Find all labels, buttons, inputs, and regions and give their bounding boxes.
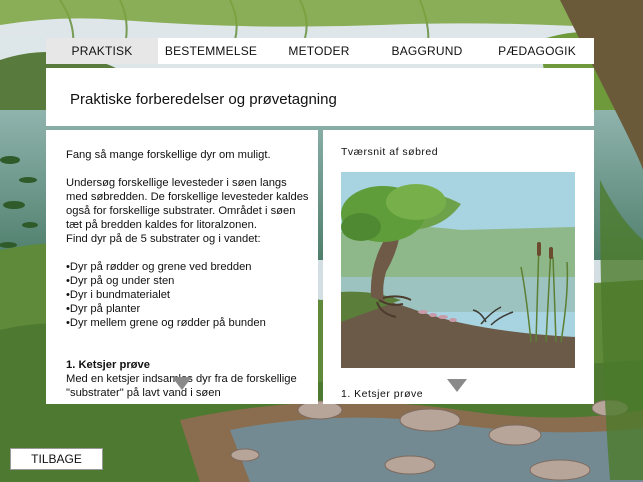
tab-praktisk[interactable]: PRAKTISK xyxy=(46,38,158,64)
illustration-panel: Tværsnit af søbred 1. Ketsjer prøve xyxy=(323,130,594,404)
tab-paedagogik[interactable]: PÆDAGOGIK xyxy=(480,38,594,64)
tab-metoder[interactable]: METODER xyxy=(264,38,374,64)
section-heading: 1. Ketsjer prøve xyxy=(66,359,150,371)
list-item: •Dyr på planter xyxy=(66,303,141,315)
scroll-down-arrow-icon[interactable] xyxy=(172,377,192,390)
list-item: •Dyr på rødder og grene ved bredden xyxy=(66,261,252,273)
tab-baggrund[interactable]: BAGGRUND xyxy=(374,38,480,64)
list-item: •Dyr på og under sten xyxy=(66,275,175,287)
habitat-paragraph: Undersøg forskellige levesteder i søen l… xyxy=(66,177,309,231)
instructions-text: Fang så mange forskellige dyr om muligt.… xyxy=(66,148,311,400)
back-button[interactable]: TILBAGE xyxy=(10,448,103,470)
instructions-panel[interactable]: Fang så mange forskellige dyr om muligt.… xyxy=(46,130,318,404)
list-item: •Dyr mellem grene og rødder på bunden xyxy=(66,317,266,329)
tab-bestemmelse[interactable]: BESTEMMELSE xyxy=(158,38,264,64)
illustration-caption: Tværsnit af søbred xyxy=(341,146,439,158)
find-line: Find dyr på de 5 substrater og i vandet: xyxy=(66,233,261,245)
intro-text: Fang så mange forskellige dyr om muligt. xyxy=(66,149,271,161)
list-item: •Dyr i bundmaterialet xyxy=(66,289,171,301)
page-title-bar: Praktiske forberedelser og prøvetagning xyxy=(46,68,594,126)
scroll-down-arrow-icon[interactable] xyxy=(447,379,467,392)
main-tab-bar: PRAKTISK BESTEMMELSE METODER BAGGRUND PÆ… xyxy=(46,38,594,64)
page-title: Praktiske forberedelser og prøvetagning xyxy=(70,91,337,108)
lake-shore-cross-section-illustration xyxy=(341,172,575,368)
illustration-sub-caption: 1. Ketsjer prøve xyxy=(341,388,424,400)
